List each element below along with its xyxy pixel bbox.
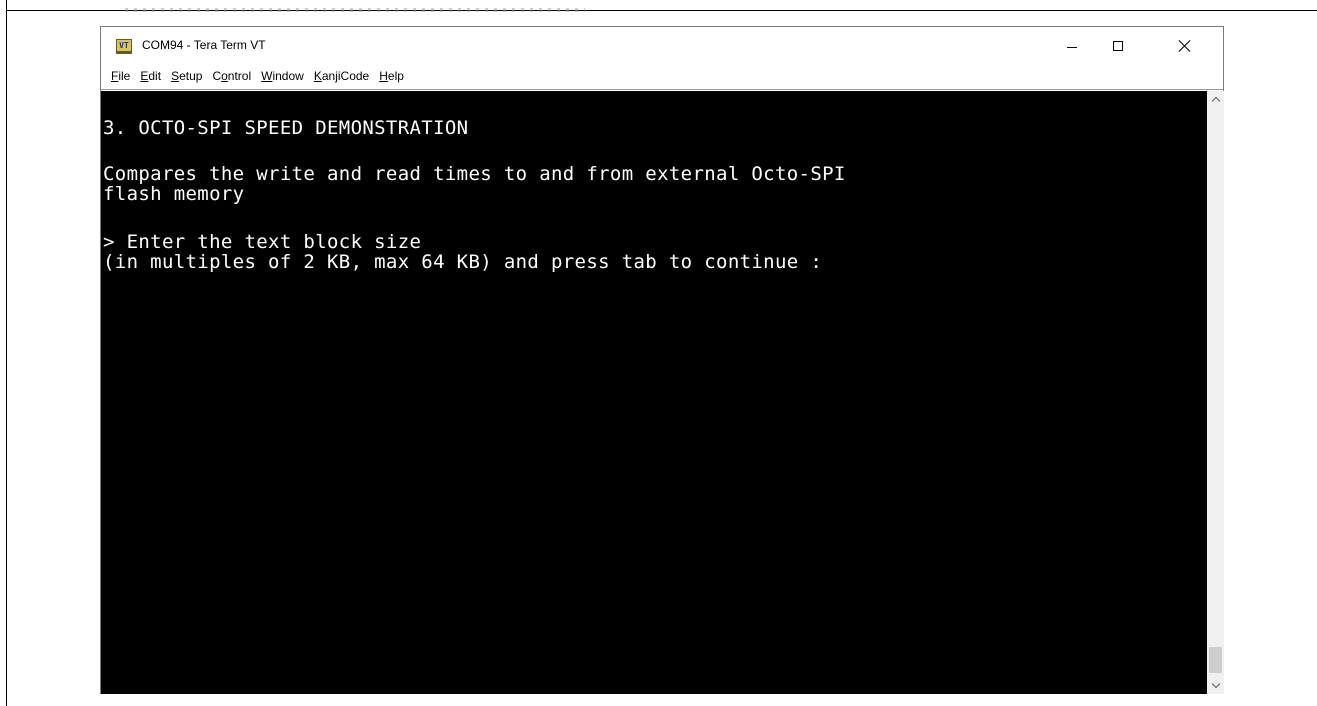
menu-file[interactable]: File <box>106 68 135 84</box>
menu-control[interactable]: Control <box>207 68 256 84</box>
terminal-line-description: Compares the write and read times to and… <box>103 163 846 185</box>
terminal-border <box>101 89 1223 90</box>
vertical-scrollbar[interactable] <box>1207 91 1224 694</box>
menu-bar: File Edit Setup Control Window KanjiCode… <box>101 65 1223 87</box>
menu-setup[interactable]: Setup <box>166 68 207 84</box>
scroll-thumb[interactable] <box>1209 647 1222 673</box>
teraterm-window: VT COM94 - Tera Term VT File Edit Setup … <box>100 26 1224 694</box>
scroll-up-button[interactable] <box>1207 91 1224 108</box>
close-icon <box>1178 39 1192 53</box>
maximize-button[interactable] <box>1095 27 1141 65</box>
chevron-up-icon <box>1211 96 1220 106</box>
maximize-icon <box>1113 41 1123 51</box>
teraterm-vt-icon: VT <box>116 39 132 54</box>
cropped-text-fragment <box>125 8 585 12</box>
terminal-line-description-cont: flash memory <box>103 183 245 205</box>
terminal-line-prompt: > Enter the text block size <box>103 231 422 253</box>
window-title: COM94 - Tera Term VT <box>142 38 266 52</box>
terminal-screen[interactable]: 3. OCTO-SPI SPEED DEMONSTRATION Compares… <box>101 91 1207 694</box>
terminal-line-heading: 3. OCTO-SPI SPEED DEMONSTRATION <box>103 117 469 139</box>
document-page: VT COM94 - Tera Term VT File Edit Setup … <box>0 0 1317 706</box>
minimize-button[interactable] <box>1049 27 1095 65</box>
page-border-left <box>6 0 7 706</box>
menu-help[interactable]: Help <box>374 68 409 84</box>
terminal-line-prompt-cont: (in multiples of 2 KB, max 64 KB) and pr… <box>103 251 823 273</box>
menu-window[interactable]: Window <box>256 68 309 84</box>
menu-kanjicode[interactable]: KanjiCode <box>309 68 374 84</box>
title-bar[interactable]: VT COM94 - Tera Term VT <box>101 27 1223 65</box>
close-button[interactable] <box>1162 27 1208 65</box>
scroll-down-button[interactable] <box>1207 677 1224 694</box>
chevron-down-icon <box>1211 679 1220 689</box>
minimize-icon <box>1067 46 1077 48</box>
menu-edit[interactable]: Edit <box>135 68 166 84</box>
